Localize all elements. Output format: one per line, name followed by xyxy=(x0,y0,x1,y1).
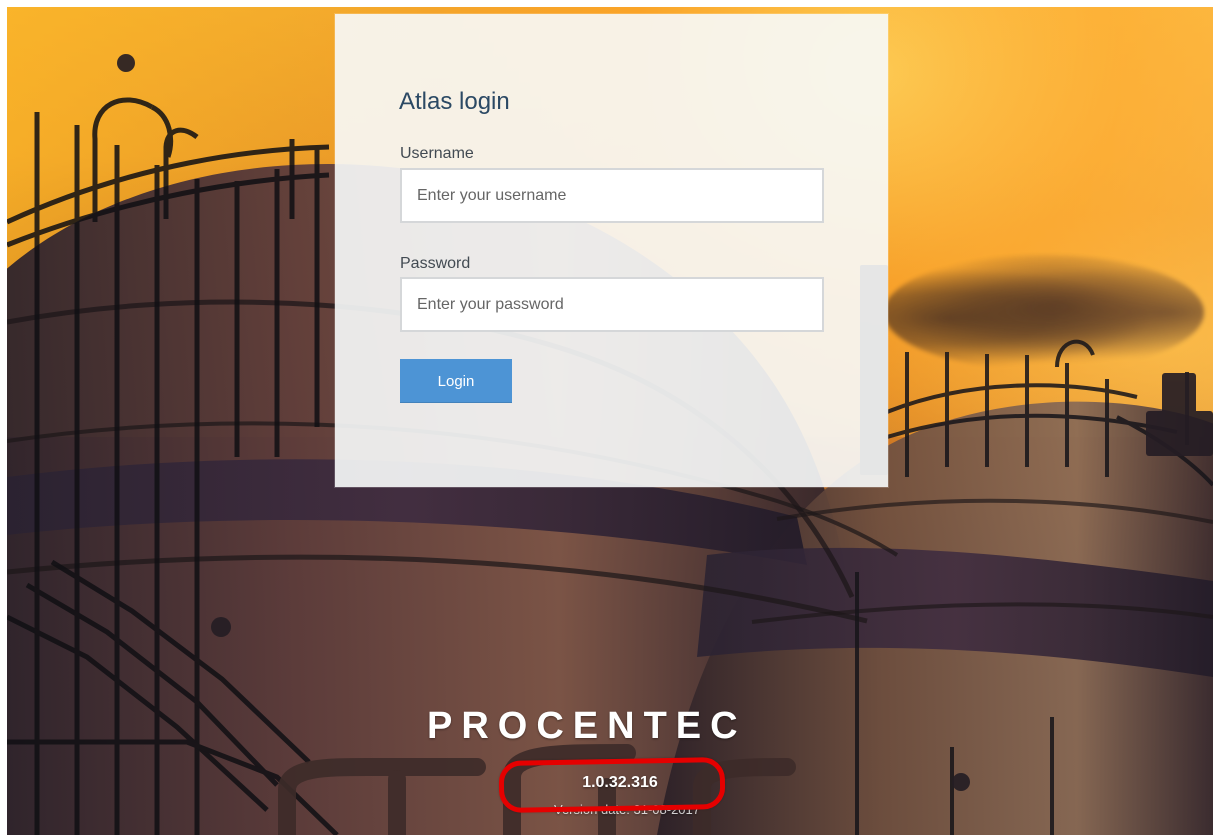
password-input[interactable] xyxy=(400,277,824,332)
login-title: Atlas login xyxy=(399,88,510,115)
password-label: Password xyxy=(400,255,471,272)
username-input[interactable] xyxy=(400,168,824,223)
login-button[interactable]: Login xyxy=(400,359,512,403)
version-number: 1.0.32.316 xyxy=(582,774,658,791)
version-date: Version date: 31-08-2017 xyxy=(554,802,700,817)
procentec-logo: PROCENTEC xyxy=(427,705,747,747)
login-card: Atlas login Username Password Login xyxy=(335,14,888,487)
industrial-background: Atlas login Username Password Login PROC… xyxy=(7,7,1213,835)
username-label: Username xyxy=(400,145,474,162)
